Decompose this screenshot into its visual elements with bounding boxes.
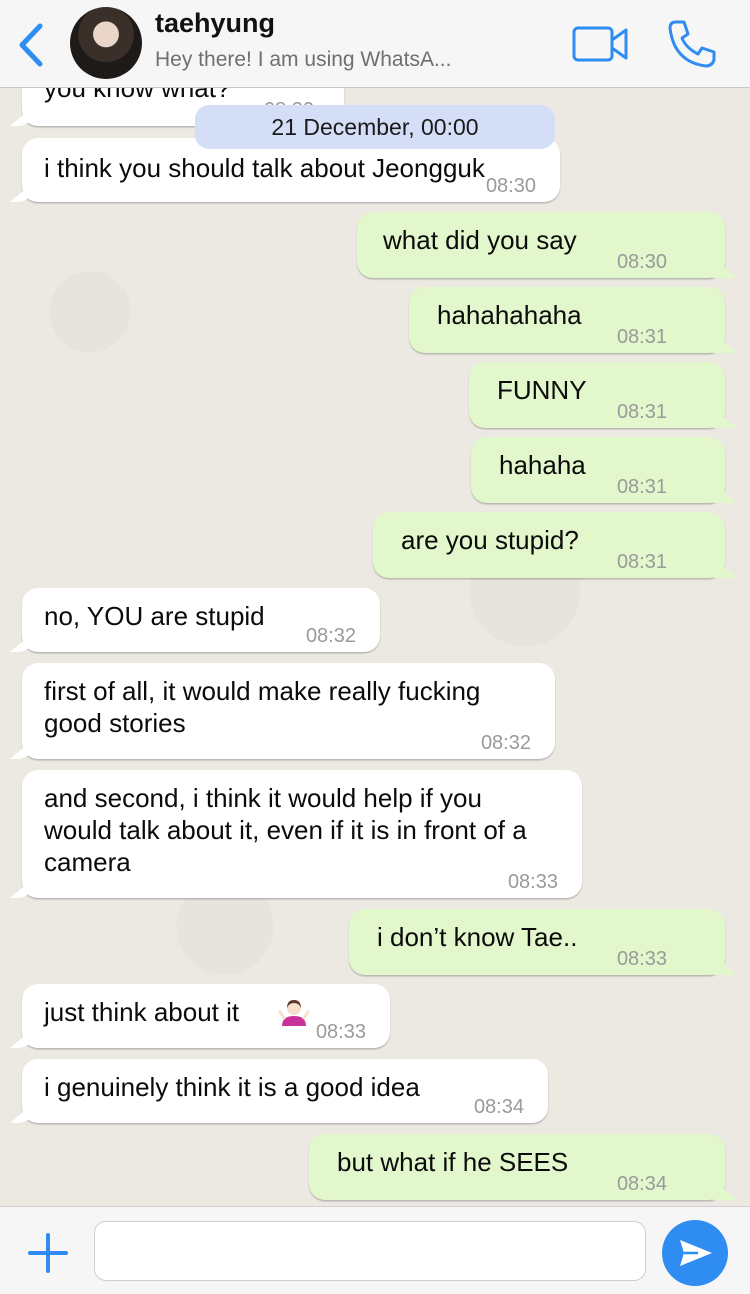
message-input[interactable] xyxy=(94,1221,646,1281)
video-call-button[interactable] xyxy=(572,24,628,64)
message-time: 08:34 xyxy=(473,1096,524,1118)
message-input-bar xyxy=(0,1206,750,1294)
send-icon xyxy=(680,1240,712,1266)
message-bubble[interactable]: but what if he SEES 08:34 xyxy=(309,1134,725,1200)
message-bubble[interactable]: i don’t know Tae.. 08:33 xyxy=(349,909,725,975)
message-text: hahahahaha xyxy=(437,300,582,330)
message-bubble[interactable]: what did you say 08:30 xyxy=(357,212,725,278)
message-time: 08:31 xyxy=(616,476,667,498)
message-text: i genuinely think it is a good idea xyxy=(44,1072,420,1102)
message-bubble[interactable]: hahahahaha 08:31 xyxy=(409,287,725,353)
phone-icon xyxy=(668,20,716,68)
message-time: 08:33 xyxy=(616,948,667,970)
video-camera-icon xyxy=(572,26,628,62)
contact-status[interactable]: Hey there! I am using WhatsA... xyxy=(155,48,495,72)
voice-call-button[interactable] xyxy=(666,18,718,70)
message-time: 08:32 xyxy=(480,732,531,754)
send-button[interactable] xyxy=(662,1220,728,1286)
message-text: and second, i think it would help if you… xyxy=(44,783,527,877)
message-time: 08:31 xyxy=(616,401,667,423)
message-text: i don’t know Tae.. xyxy=(377,922,578,952)
message-time: 08:34 xyxy=(616,1173,667,1195)
message-time: 08:31 xyxy=(616,551,667,573)
message-text: are you stupid? xyxy=(401,525,579,555)
contact-name[interactable]: taehyung xyxy=(155,8,275,39)
chat-area[interactable]: 21 December, 00:00 you know what? 08:30 … xyxy=(0,88,750,1206)
contact-avatar[interactable] xyxy=(70,7,142,79)
message-text: first of all, it would make really fucki… xyxy=(44,676,481,738)
message-bubble[interactable]: FUNNY 08:31 xyxy=(469,362,725,428)
message-bubble[interactable]: just think about it 08:33 xyxy=(22,984,390,1048)
message-text: you know what? xyxy=(44,88,231,103)
message-time: 08:30 xyxy=(485,175,536,197)
attach-button[interactable] xyxy=(26,1231,70,1275)
message-text: no, YOU are stupid xyxy=(44,601,265,631)
person-shrugging-emoji xyxy=(278,1000,310,1026)
message-time: 08:30 xyxy=(616,251,667,273)
message-bubble[interactable]: first of all, it would make really fucki… xyxy=(22,663,555,759)
chevron-left-icon xyxy=(19,23,43,67)
message-time: 08:32 xyxy=(305,625,356,647)
message-bubble[interactable]: i genuinely think it is a good idea 08:3… xyxy=(22,1059,548,1123)
message-bubble[interactable]: and second, i think it would help if you… xyxy=(22,770,582,898)
date-divider: 21 December, 00:00 xyxy=(195,105,555,149)
message-text: FUNNY xyxy=(497,375,587,405)
message-time: 08:33 xyxy=(315,1021,366,1043)
message-text: i think you should talk about Jeongguk xyxy=(44,153,485,183)
message-time: 08:33 xyxy=(507,871,558,893)
back-button[interactable] xyxy=(14,22,50,68)
message-bubble[interactable]: are you stupid? 08:31 xyxy=(373,512,725,578)
message-text: what did you say xyxy=(383,225,577,255)
chat-header: taehyung Hey there! I am using WhatsA... xyxy=(0,0,750,88)
message-text: just think about it xyxy=(44,997,240,1027)
message-text: but what if he SEES xyxy=(337,1147,569,1177)
message-bubble[interactable]: hahaha 08:31 xyxy=(471,437,725,503)
message-text: hahaha xyxy=(499,450,586,480)
message-time: 08:31 xyxy=(616,326,667,348)
message-bubble[interactable]: no, YOU are stupid 08:32 xyxy=(22,588,380,652)
plus-icon xyxy=(28,1233,68,1273)
